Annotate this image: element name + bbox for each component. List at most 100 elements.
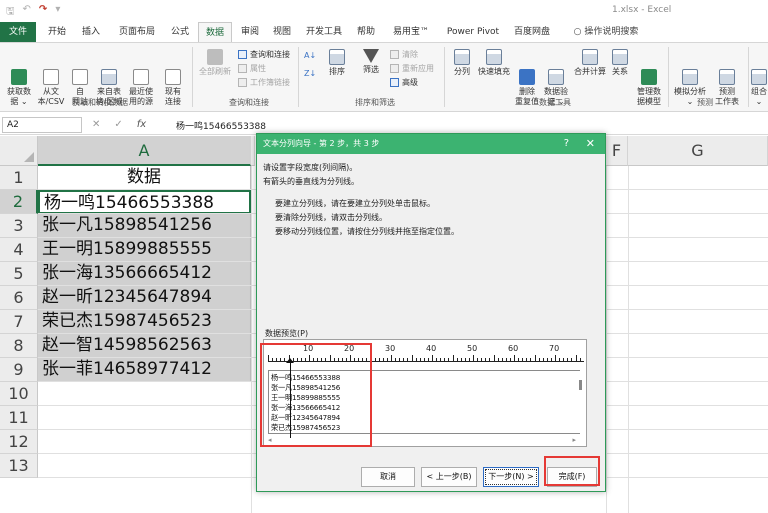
relationships-button[interactable]: 关系 <box>610 49 630 77</box>
name-box[interactable]: A2 <box>2 117 82 133</box>
get-data-button[interactable]: 获取数 据 ⌄ <box>4 49 34 117</box>
tab-home[interactable]: 开始 <box>42 22 72 42</box>
refresh-icon <box>207 49 223 65</box>
tell-me-search[interactable]: ○ 操作说明搜索 <box>564 22 648 42</box>
tab-view[interactable]: 视图 <box>268 22 296 42</box>
cell-a4[interactable]: 王一明15899885555 <box>38 238 251 262</box>
tab-formulas[interactable]: 公式 <box>166 22 194 42</box>
ruler-tick <box>391 355 392 361</box>
separator <box>192 47 193 107</box>
row-header-8[interactable]: 8 <box>0 334 38 358</box>
tab-baidu-netdisk[interactable]: 百度网盘 <box>508 22 556 42</box>
preview-vertical-scrollbar[interactable] <box>579 380 582 390</box>
row-header-2[interactable]: 2 <box>0 190 38 214</box>
cell-a2[interactable]: 杨一鸣15466553388 <box>38 190 251 214</box>
row-header-13[interactable]: 13 <box>0 454 38 478</box>
sort-button[interactable]: 排序 <box>324 49 350 77</box>
properties-button[interactable]: 属性 <box>238 63 266 74</box>
tab-page-layout[interactable]: 页面布局 <box>112 22 162 42</box>
save-icon[interactable]: 🖫 <box>6 4 15 21</box>
cell-a5[interactable]: 张一海13566665412 <box>38 262 251 286</box>
select-all-button[interactable] <box>0 136 38 166</box>
cell-a9[interactable]: 张一菲14658977412 <box>38 358 251 382</box>
group-outline-button[interactable]: 组合 ⌄ <box>750 49 768 117</box>
tab-insert[interactable]: 插入 <box>76 22 106 42</box>
tab-power-pivot[interactable]: Power Pivot <box>444 22 502 42</box>
tab-data[interactable]: 数据 <box>198 22 232 43</box>
tab-developer[interactable]: 开发工具 <box>302 22 346 42</box>
filter-button[interactable]: 筛选 <box>358 49 384 75</box>
highlight-box <box>260 343 372 447</box>
clear-filter-button[interactable]: 清除 <box>390 49 418 60</box>
scroll-right-icon[interactable]: ▸ <box>572 436 576 444</box>
consolidate-button[interactable]: 合并计算 <box>572 49 608 77</box>
ruler-number: 30 <box>385 344 396 353</box>
close-icon[interactable]: ✕ <box>586 137 595 150</box>
tab-help[interactable]: 帮助 <box>352 22 380 42</box>
ruler-tick <box>382 358 384 361</box>
cell-a6[interactable]: 赵一昕12345647894 <box>38 286 251 310</box>
sort-ascending-button[interactable]: A↓ <box>304 51 316 60</box>
tab-review[interactable]: 审阅 <box>236 22 264 42</box>
next-button[interactable]: 下一步(N) > <box>483 467 539 487</box>
row-header-12[interactable]: 12 <box>0 430 38 454</box>
column-header-g[interactable]: G <box>628 136 768 166</box>
column-header-a[interactable]: A <box>38 136 251 166</box>
tab-easy-tools[interactable]: 易用宝™ <box>388 22 434 42</box>
row-header-9[interactable]: 9 <box>0 358 38 382</box>
row-header-4[interactable]: 4 <box>0 238 38 262</box>
flash-fill-button[interactable]: 快速填充 <box>476 49 512 77</box>
text-file-icon <box>43 69 59 85</box>
row-header-6[interactable]: 6 <box>0 286 38 310</box>
cell-a1[interactable]: 数据 <box>38 166 251 190</box>
row-header-10[interactable]: 10 <box>0 382 38 406</box>
ruler-tick <box>555 355 556 361</box>
back-button[interactable]: < 上一步(B) <box>421 467 477 487</box>
cell-a7[interactable]: 荣已杰15987456523 <box>38 310 251 334</box>
ruler-tick <box>464 358 466 361</box>
existing-connections-button[interactable]: 现有 连接 <box>160 49 186 117</box>
recent-icon <box>133 69 149 85</box>
ruler-tick <box>444 358 446 361</box>
manage-data-model-button[interactable]: 管理数 据模型 <box>634 49 664 117</box>
row-header-1[interactable]: 1 <box>0 166 38 190</box>
edit-links-button[interactable]: 工作簿链接 <box>238 77 290 88</box>
row-header-11[interactable]: 11 <box>0 406 38 430</box>
instruction-text: 请设置字段宽度(列间隔)。 <box>263 163 358 172</box>
sort-descending-button[interactable]: Z↓ <box>304 69 316 78</box>
ruler-tick <box>432 355 433 361</box>
cancel-icon[interactable]: ✕ <box>92 119 100 130</box>
ruler-tick <box>378 358 380 361</box>
ruler-tick <box>489 358 491 361</box>
customize-qat-icon[interactable]: ▾ <box>55 4 60 21</box>
ruler-tick <box>559 358 561 361</box>
row-header-7[interactable]: 7 <box>0 310 38 334</box>
reapply-icon <box>390 64 399 73</box>
formula-input[interactable]: 杨一鸣15466553388 <box>176 119 266 132</box>
insert-function-icon[interactable]: fx <box>137 119 146 130</box>
cell-a3[interactable]: 张一凡15898541256 <box>38 214 251 238</box>
column-header-f[interactable]: F <box>606 136 628 166</box>
redo-icon[interactable]: ↷ <box>39 4 47 21</box>
undo-icon[interactable]: ↶ <box>23 4 31 21</box>
ruler-tick <box>374 358 376 361</box>
row-header-5[interactable]: 5 <box>0 262 38 286</box>
row-header-3[interactable]: 3 <box>0 214 38 238</box>
reapply-button[interactable]: 重新应用 <box>390 63 434 74</box>
separator <box>298 47 299 107</box>
text-to-columns-button[interactable]: 分列 <box>450 49 474 77</box>
ruler-tick <box>411 355 413 361</box>
ruler-number: 70 <box>549 344 560 353</box>
cell-a8[interactable]: 赵一智14598562563 <box>38 334 251 358</box>
cancel-button[interactable]: 取消 <box>361 467 415 487</box>
column-header[interactable] <box>251 136 255 166</box>
ruler-tick <box>501 358 503 361</box>
ruler-tick <box>563 358 565 361</box>
queries-connections-button[interactable]: 查询和连接 <box>238 49 290 60</box>
tab-file[interactable]: 文件 <box>0 22 36 42</box>
refresh-all-button[interactable]: 全部刷新 <box>196 49 234 77</box>
enter-icon[interactable]: ✓ <box>114 119 122 130</box>
advanced-filter-button[interactable]: 高级 <box>390 77 418 88</box>
help-icon[interactable]: ? <box>564 138 569 149</box>
formula-bar-icons: ✕ ✓ fx <box>92 119 146 130</box>
